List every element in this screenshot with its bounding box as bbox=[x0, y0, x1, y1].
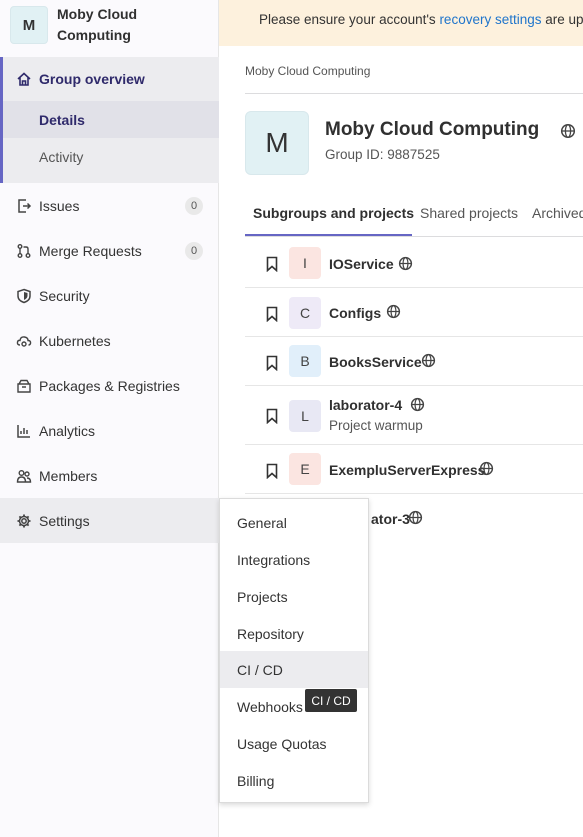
breadcrumb[interactable]: Moby Cloud Computing bbox=[245, 64, 370, 78]
globe-icon bbox=[408, 510, 423, 530]
sidebar-item-label: Packages & Registries bbox=[39, 378, 180, 394]
tab-shared-projects[interactable]: Shared projects bbox=[420, 205, 518, 221]
sidebar-subitem-details-label: Details bbox=[39, 112, 85, 128]
breadcrumb-divider bbox=[245, 93, 583, 94]
group-id: Group ID: 9887525 bbox=[325, 147, 440, 162]
alert-text: Please ensure your account's bbox=[259, 12, 440, 27]
project-avatar: L bbox=[289, 400, 321, 432]
globe-icon bbox=[410, 397, 425, 417]
sidebar-item-label: Issues bbox=[39, 198, 80, 214]
sidebar-item-label: Security bbox=[39, 288, 90, 304]
project-name[interactable]: ator-3 bbox=[371, 511, 410, 527]
globe-icon bbox=[479, 461, 494, 481]
users-icon bbox=[15, 468, 32, 485]
menu-item-ci-cd[interactable]: CI / CD bbox=[220, 651, 368, 688]
sidebar-item-members[interactable]: Members bbox=[0, 454, 219, 498]
bookmark-icon[interactable] bbox=[265, 306, 279, 327]
home-icon bbox=[15, 71, 32, 88]
sidebar-item-kubernetes[interactable]: Kubernetes bbox=[0, 319, 219, 363]
merge-request-icon bbox=[15, 243, 32, 260]
list-item[interactable]: I IOService bbox=[245, 238, 583, 288]
project-avatar: B bbox=[289, 345, 321, 377]
list-item[interactable]: L laborator-4 Project warmup bbox=[245, 386, 583, 445]
globe-icon bbox=[398, 256, 413, 276]
group-avatar-large: M bbox=[245, 111, 309, 175]
menu-item-integrations[interactable]: Integrations bbox=[220, 541, 368, 578]
project-name[interactable]: IOService bbox=[329, 256, 394, 272]
sidebar-subitem-activity[interactable]: Activity bbox=[39, 149, 83, 165]
ci-cd-tooltip: CI / CD bbox=[305, 689, 357, 712]
project-name[interactable]: BooksService bbox=[329, 354, 422, 370]
tab-subgroups-and-projects[interactable]: Subgroups and projects bbox=[253, 205, 414, 221]
active-tab-underline bbox=[245, 234, 412, 236]
shield-icon bbox=[15, 288, 32, 305]
menu-item-general[interactable]: General bbox=[220, 504, 368, 541]
list-item[interactable]: B BooksService bbox=[245, 337, 583, 386]
project-name[interactable]: ExempluServerExpress bbox=[329, 462, 485, 478]
chart-icon bbox=[15, 423, 32, 440]
sidebar-subitem-details[interactable] bbox=[3, 101, 219, 138]
group-name: Moby Cloud Computing bbox=[57, 6, 138, 43]
merge-requests-count-badge: 0 bbox=[185, 242, 203, 260]
menu-item-projects[interactable]: Projects bbox=[220, 578, 368, 615]
sidebar-item-issues[interactable]: Issues 0 bbox=[0, 184, 219, 228]
bookmark-icon[interactable] bbox=[265, 408, 279, 429]
issues-count-badge: 0 bbox=[185, 197, 203, 215]
alert-text-suffix: are up bbox=[541, 12, 583, 27]
project-name[interactable]: laborator-4 bbox=[329, 397, 402, 413]
tab-archived[interactable]: Archived bbox=[532, 205, 583, 221]
sidebar-item-group-overview[interactable]: Group overview bbox=[0, 57, 219, 101]
bookmark-icon[interactable] bbox=[265, 355, 279, 376]
sidebar-group-header[interactable]: M Moby Cloud Computing bbox=[0, 0, 218, 50]
cloud-gear-icon bbox=[15, 333, 32, 350]
project-avatar: C bbox=[289, 297, 321, 329]
sidebar-item-security[interactable]: Security bbox=[0, 274, 219, 318]
globe-icon bbox=[386, 304, 401, 324]
sidebar-item-packages-registries[interactable]: Packages & Registries bbox=[0, 364, 219, 408]
sidebar-item-label: Group overview bbox=[39, 71, 145, 87]
menu-item-billing[interactable]: Billing bbox=[220, 762, 368, 799]
globe-icon bbox=[560, 123, 576, 144]
project-tabs: Subgroups and projects Shared projects A… bbox=[245, 195, 583, 237]
sidebar-item-settings[interactable]: Settings bbox=[0, 499, 219, 543]
package-icon bbox=[15, 378, 32, 395]
project-name[interactable]: Configs bbox=[329, 305, 381, 321]
gear-icon bbox=[15, 513, 32, 530]
page-title: Moby Cloud Computing bbox=[325, 119, 540, 140]
menu-item-repository[interactable]: Repository bbox=[220, 615, 368, 652]
bookmark-icon[interactable] bbox=[265, 463, 279, 484]
group-avatar: M bbox=[10, 6, 48, 44]
sidebar: M Moby Cloud Computing Group overview De… bbox=[0, 0, 219, 837]
globe-icon bbox=[421, 353, 436, 373]
list-item[interactable]: E ExempluServerExpress bbox=[245, 445, 583, 494]
sidebar-item-label: Kubernetes bbox=[39, 333, 111, 349]
bookmark-icon[interactable] bbox=[265, 256, 279, 277]
sidebar-item-label: Settings bbox=[39, 513, 90, 529]
sidebar-item-merge-requests[interactable]: Merge Requests 0 bbox=[0, 229, 219, 273]
project-avatar: E bbox=[289, 453, 321, 485]
sidebar-item-label: Analytics bbox=[39, 423, 96, 439]
project-avatar: I bbox=[289, 247, 321, 279]
project-description: Project warmup bbox=[329, 418, 423, 433]
issues-icon bbox=[15, 198, 32, 215]
recovery-settings-link[interactable]: recovery settings bbox=[439, 12, 541, 27]
list-item[interactable]: C Configs bbox=[245, 288, 583, 337]
sidebar-item-label: Members bbox=[39, 468, 98, 484]
sidebar-item-analytics[interactable]: Analytics bbox=[0, 409, 219, 453]
settings-flyout-menu: General Integrations Projects Repository… bbox=[219, 498, 369, 803]
sidebar-item-label: Merge Requests bbox=[39, 243, 142, 259]
menu-item-usage-quotas[interactable]: Usage Quotas bbox=[220, 725, 368, 762]
recovery-settings-alert: Please ensure your account's recovery se… bbox=[219, 0, 583, 46]
